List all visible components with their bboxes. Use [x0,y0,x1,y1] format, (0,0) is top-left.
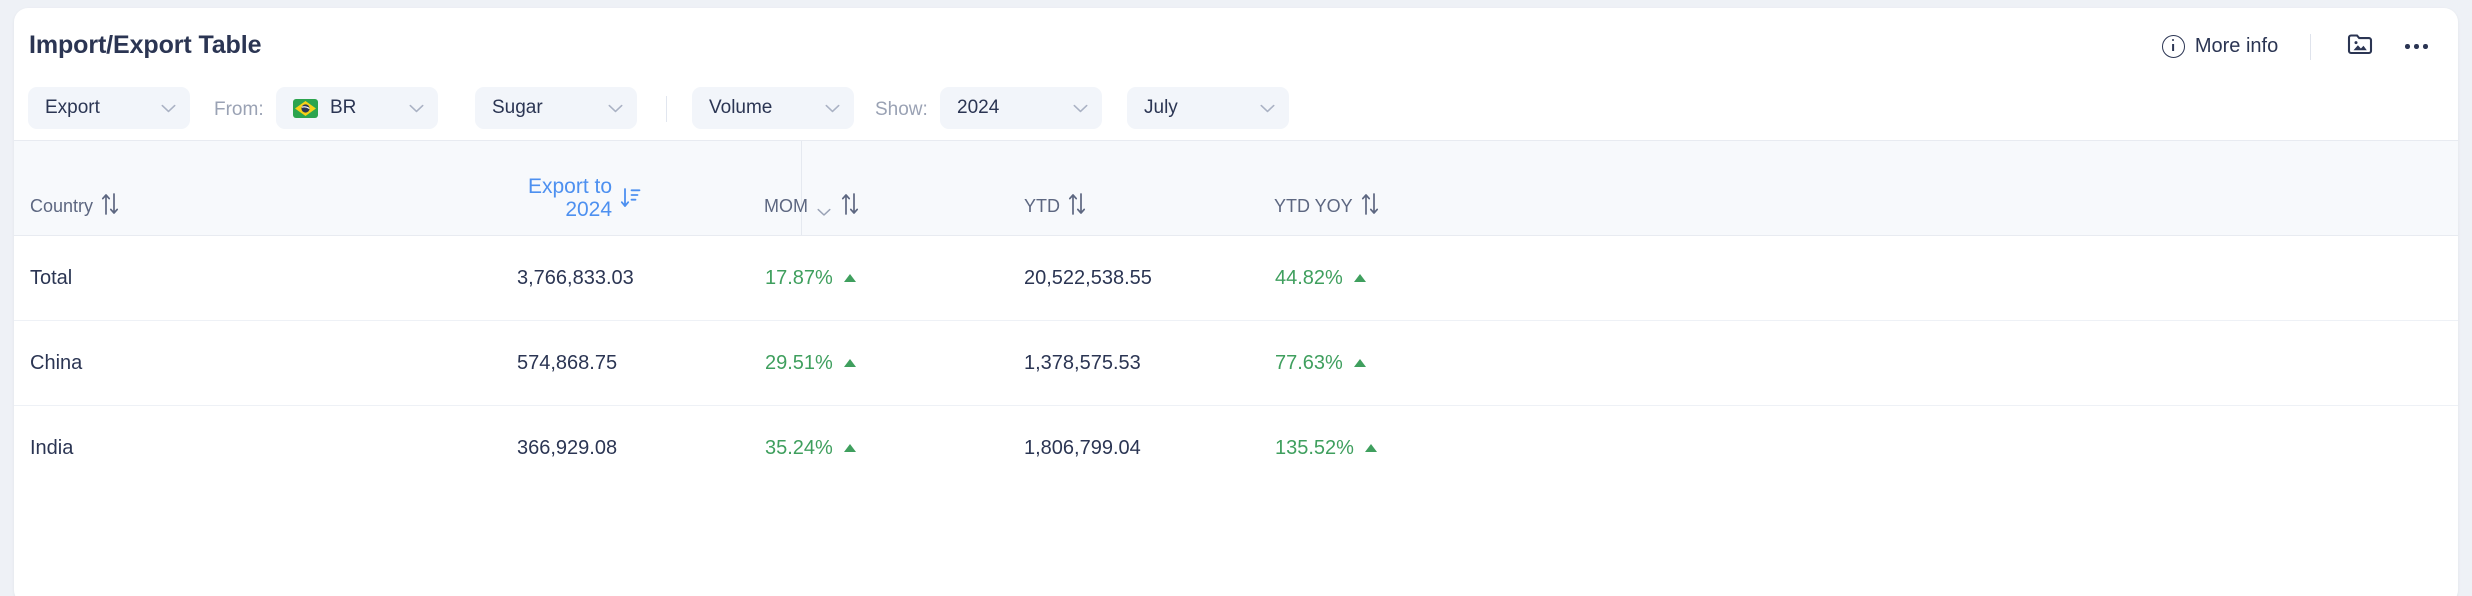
cell-mom: 17.87% [765,236,856,320]
more-info-button[interactable]: More info [2156,33,2284,60]
table-row[interactable]: India 366,929.08 35.24% 1,806,799.04 135… [14,406,2458,490]
chevron-down-icon [161,104,176,113]
filter-group-divider [666,96,667,122]
cell-country: China [30,351,83,374]
cell-ytd-yoy: 77.63% [1275,321,1366,405]
cell-mom-value: 17.87% [765,266,833,289]
import-export-table-card: Import/Export Table More info Export Fro… [14,8,2458,596]
show-label: Show: [875,99,928,120]
chevron-down-icon [1073,104,1088,113]
ellipsis-dot [2405,44,2410,49]
ellipsis-dot [2414,44,2419,49]
sort-updown-icon [1067,191,1087,217]
sort-updown-icon [1360,191,1380,217]
ellipsis-dot [2423,44,2428,49]
cell-country: Total [30,266,73,289]
cell-mom-value: 29.51% [765,351,833,374]
more-info-label: More info [2194,35,2279,57]
cell-ytd: 1,378,575.53 [1024,351,1141,374]
cell-ytd-yoy-value: 135.52% [1275,436,1354,459]
month-select-value: July [1144,97,1178,118]
cell-mom-value: 35.24% [765,436,833,459]
sort-updown-icon [840,191,860,217]
table-row[interactable]: Total 3,766,833.03 17.87% 20,522,538.55 … [14,236,2458,321]
trend-up-icon [1353,274,1366,282]
column-header-ytd-yoy[interactable]: YTD YOY [1274,191,1380,217]
direction-select[interactable]: Export [28,87,190,129]
cell-export-to: 3,766,833.03 [517,266,634,289]
cell-ytd-yoy: 135.52% [1275,406,1377,490]
column-header-export-to-label: Export to 2024 [528,174,613,221]
screenshot-root: Import/Export Table More info Export Fro… [0,0,2472,596]
trend-up-icon [1353,359,1366,367]
from-label: From: [214,99,264,120]
column-header-mom-label: MOM [764,196,808,217]
cell-ytd: 1,806,799.04 [1024,436,1141,459]
column-header-ytd[interactable]: YTD [1024,191,1087,217]
column-header-mom[interactable]: MOM [764,191,860,217]
column-header-ytd-label: YTD [1024,196,1060,217]
trend-up-icon [1364,444,1377,452]
year-select[interactable]: 2024 [940,87,1102,129]
column-header-country-label: Country [30,196,94,217]
info-circle-icon [2161,35,2185,58]
header-divider [2310,33,2312,60]
country-select[interactable]: BR [276,87,438,129]
direction-select-value: Export [45,97,100,118]
header-column-divider [801,141,802,235]
trend-up-icon [843,274,856,282]
cell-country: India [30,436,74,459]
commodity-select[interactable]: Sugar [475,87,637,129]
column-header-export-to[interactable]: Export to 2024 [528,174,641,221]
trend-up-icon [843,359,856,367]
trend-up-icon [843,444,856,452]
cell-export-to: 366,929.08 [517,436,618,459]
sort-descending-icon [619,185,641,211]
filter-bar: Export From: BR Sugar Volume Show: 2024 … [14,76,2458,141]
sort-updown-icon [100,191,120,217]
metric-select-value: Volume [709,97,773,118]
column-header-country[interactable]: Country [30,191,120,217]
year-select-value: 2024 [957,97,1000,118]
chevron-down-icon [608,104,623,113]
cell-export-to: 574,868.75 [517,351,618,374]
overflow-menu-button[interactable] [2383,40,2440,53]
chevron-down-icon [1260,104,1275,113]
column-header-ytd-yoy-label: YTD YOY [1274,196,1353,217]
chevron-down-icon [409,104,424,113]
metric-select[interactable]: Volume [692,87,854,129]
table-row[interactable]: China 574,868.75 29.51% 1,378,575.53 77.… [14,321,2458,406]
image-folder-icon [2347,33,2373,60]
brazil-flag-icon [293,98,318,118]
cell-ytd: 20,522,538.55 [1024,266,1152,289]
cell-mom: 29.51% [765,321,856,405]
cell-ytd-yoy-value: 44.82% [1275,266,1343,289]
image-folder-button[interactable] [2337,29,2383,64]
chevron-down-icon [825,104,840,113]
column-header-export-to-year: 2024 [565,197,613,221]
chevron-down-icon[interactable] [817,204,831,216]
commodity-select-value: Sugar [492,97,543,118]
cell-ytd-yoy: 44.82% [1275,236,1366,320]
header-actions: More info [2156,29,2440,64]
month-select[interactable]: July [1127,87,1289,129]
page-title: Import/Export Table [29,31,262,59]
country-select-value: BR [330,97,357,118]
card-header: Import/Export Table More info [14,8,2458,76]
table-header-row: Country Export to 2024 MOM YTD YTD YOY [14,141,2458,236]
cell-ytd-yoy-value: 77.63% [1275,351,1343,374]
cell-mom: 35.24% [765,406,856,490]
